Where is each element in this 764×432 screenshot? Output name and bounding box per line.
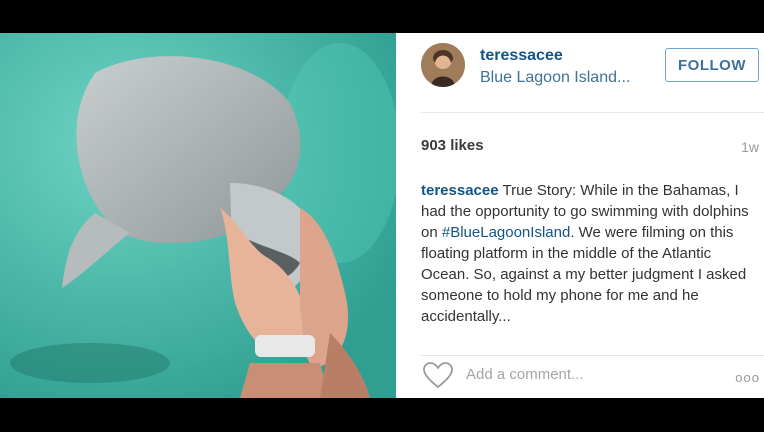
heart-icon-svg [423, 362, 453, 389]
avatar[interactable] [421, 43, 465, 87]
post-details-panel: teressacee Blue Lagoon Island... FOLLOW … [396, 33, 764, 398]
header-divider [421, 112, 764, 113]
add-comment-input[interactable] [466, 363, 696, 385]
post-header: teressacee Blue Lagoon Island... FOLLOW [396, 33, 764, 113]
likes-count[interactable]: 903 likes [421, 137, 484, 154]
post-timestamp[interactable]: 1w [741, 139, 759, 155]
heart-icon[interactable] [422, 361, 454, 389]
location-link[interactable]: Blue Lagoon Island... [480, 69, 630, 87]
post-photo [0, 33, 396, 398]
instagram-post-embed: teressacee Blue Lagoon Island... FOLLOW … [0, 33, 764, 398]
avatar-image [421, 43, 465, 87]
username-link[interactable]: teressacee [480, 47, 563, 65]
post-caption: teressacee True Story: While in the Baha… [421, 180, 756, 336]
more-options-icon[interactable]: ooo [735, 370, 760, 385]
comment-bar: ooo [396, 356, 764, 398]
follow-button[interactable]: FOLLOW [665, 48, 759, 82]
dolphin-photo [0, 33, 396, 398]
hashtag-link[interactable]: #BlueLagoonIsland [442, 224, 570, 241]
caption-username-link[interactable]: teressacee [421, 182, 499, 199]
